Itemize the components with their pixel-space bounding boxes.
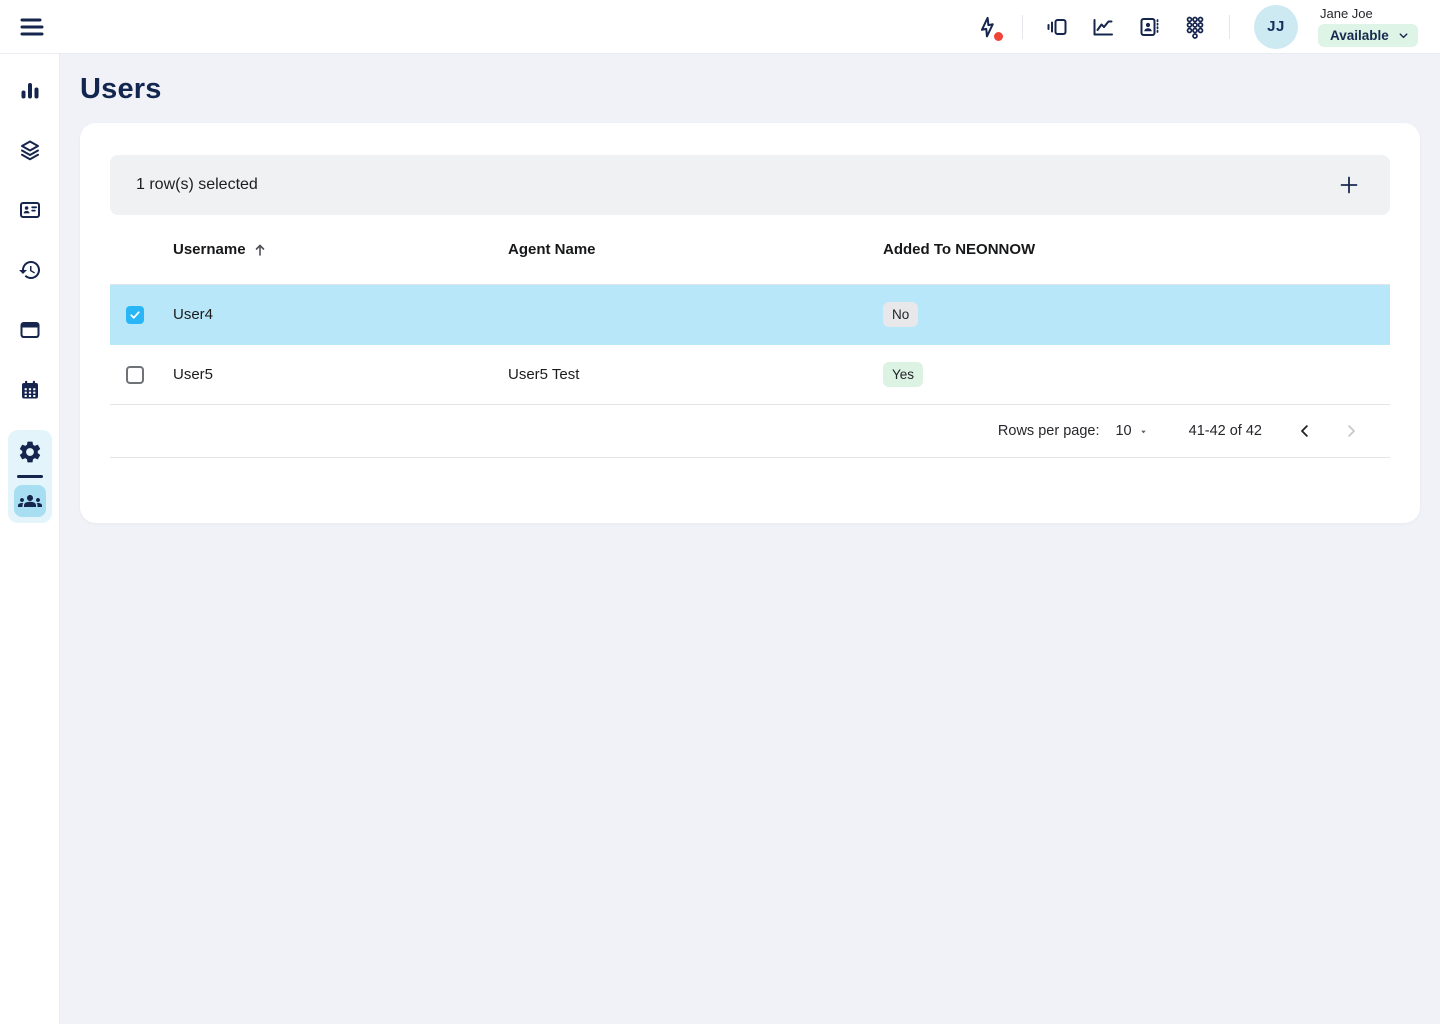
- cell-username: User4: [173, 306, 508, 323]
- table-row[interactable]: User5 User5 Test Yes: [110, 345, 1390, 405]
- sidebar: [0, 54, 60, 1024]
- contact-card-icon: [1137, 15, 1161, 39]
- sidebar-item-history[interactable]: [10, 250, 50, 290]
- panels-icon: [1045, 15, 1069, 39]
- pagination-bar: Rows per page: 10 41-42 of 42: [110, 405, 1390, 458]
- column-header-agent-name[interactable]: Agent Name: [508, 241, 883, 258]
- row-checkbox-unchecked[interactable]: [126, 366, 144, 384]
- sidebar-item-browser[interactable]: [10, 310, 50, 350]
- page-title: Users: [80, 73, 1420, 106]
- history-icon: [18, 258, 42, 282]
- gear-icon: [17, 439, 43, 465]
- line-chart-icon: [1091, 15, 1115, 39]
- sidebar-item-calendar[interactable]: [10, 370, 50, 410]
- pagination-range: 41-42 of 42: [1189, 423, 1262, 439]
- selection-toolbar: 1 row(s) selected: [110, 155, 1390, 215]
- added-badge: Yes: [883, 362, 923, 387]
- dialpad-button[interactable]: [1177, 9, 1213, 45]
- menu-button[interactable]: [14, 9, 50, 45]
- layers-icon: [18, 138, 42, 162]
- row-checkbox-cell: [110, 366, 173, 384]
- table-header-row: Username Agent Name Added To NEONNOW: [110, 215, 1390, 285]
- dropdown-arrow-icon: [1138, 426, 1149, 437]
- chevron-down-icon: [1397, 29, 1410, 42]
- sidebar-item-contacts[interactable]: [10, 190, 50, 230]
- browser-window-icon: [18, 318, 42, 342]
- flash-notifications-button[interactable]: [970, 9, 1006, 45]
- rows-per-page-label: Rows per page:: [998, 423, 1100, 439]
- status-label: Available: [1330, 28, 1389, 43]
- main-content: Users 1 row(s) selected Username: [60, 54, 1440, 1024]
- selection-count-text: 1 row(s) selected: [136, 176, 258, 194]
- avatar[interactable]: JJ: [1254, 5, 1298, 49]
- column-header-added[interactable]: Added To NEONNOW: [883, 241, 1390, 258]
- topbar-actions: JJ Jane Joe Available: [970, 5, 1420, 49]
- table-row[interactable]: User4 No: [110, 285, 1390, 345]
- dialpad-icon: [1183, 15, 1207, 39]
- hamburger-icon: [19, 16, 45, 38]
- sort-asc-icon[interactable]: [252, 242, 268, 258]
- bar-chart-icon: [18, 78, 42, 102]
- cell-username: User5: [173, 366, 508, 383]
- sidebar-item-dashboard[interactable]: [10, 70, 50, 110]
- user-block: Jane Joe Available: [1318, 6, 1420, 47]
- cell-agent-name: User5 Test: [508, 366, 883, 383]
- topbar: JJ Jane Joe Available: [0, 0, 1440, 54]
- rows-per-page-select[interactable]: 10: [1115, 423, 1148, 439]
- divider: [1022, 15, 1023, 39]
- added-badge: No: [883, 302, 918, 327]
- divider: [1229, 15, 1230, 39]
- plus-icon: [1338, 174, 1360, 196]
- column-header-username[interactable]: Username: [173, 241, 508, 258]
- analytics-button[interactable]: [1085, 9, 1121, 45]
- sidebar-item-users[interactable]: [14, 485, 46, 517]
- users-card: 1 row(s) selected Username: [80, 123, 1420, 523]
- chevron-left-icon: [1296, 422, 1314, 440]
- sidebar-item-settings[interactable]: [14, 436, 46, 468]
- next-page-button[interactable]: [1334, 414, 1368, 448]
- previous-page-button[interactable]: [1288, 414, 1322, 448]
- cell-added: No: [883, 302, 1390, 327]
- contact-card-icon: [18, 198, 42, 222]
- chevron-right-icon: [1342, 422, 1360, 440]
- rows-per-page-value: 10: [1115, 423, 1131, 439]
- row-checkbox-cell: [110, 306, 173, 324]
- row-checkbox-checked[interactable]: [126, 306, 144, 324]
- notification-dot: [994, 32, 1003, 41]
- contacts-button[interactable]: [1131, 9, 1167, 45]
- sidebar-item-layers[interactable]: [10, 130, 50, 170]
- cell-added: Yes: [883, 362, 1390, 387]
- sidebar-settings-group: [8, 430, 52, 523]
- sidebar-group-divider: [17, 475, 43, 478]
- panels-button[interactable]: [1039, 9, 1075, 45]
- user-name: Jane Joe: [1318, 6, 1373, 21]
- add-user-button[interactable]: [1332, 168, 1366, 202]
- calendar-icon: [18, 378, 42, 402]
- users-icon: [18, 489, 42, 513]
- status-dropdown[interactable]: Available: [1318, 24, 1418, 47]
- users-table: Username Agent Name Added To NEONNOW: [110, 215, 1390, 458]
